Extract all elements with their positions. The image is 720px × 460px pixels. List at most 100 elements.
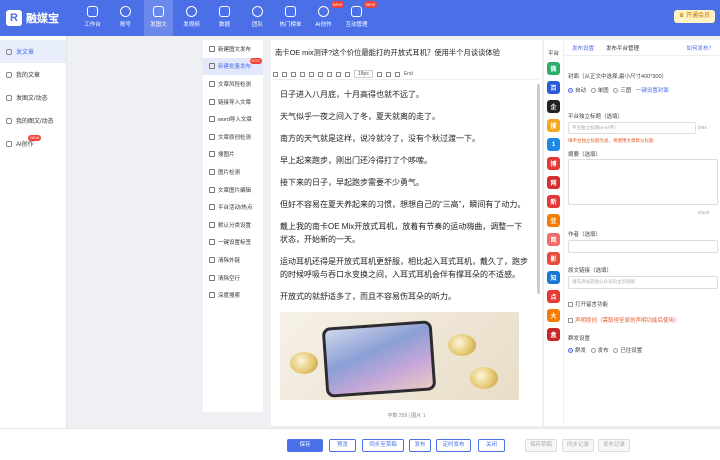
tool-item-1[interactable]: 新建批量发布 HOT (203, 57, 263, 76)
nav-item-7[interactable]: AI创作 NEW (309, 0, 344, 36)
indent-icon[interactable] (376, 71, 382, 77)
underline-icon[interactable] (309, 71, 314, 77)
footer-button-1[interactable]: 预览 (329, 439, 356, 452)
baidu-icon[interactable]: 百 (547, 81, 560, 94)
sina-icon[interactable]: 新 (547, 195, 560, 208)
nav-item-6[interactable]: 热门榜单 (276, 0, 305, 36)
tool-item-8[interactable]: 文章图片编辑 (203, 181, 263, 199)
cover-auto-radio[interactable] (568, 88, 573, 94)
footer-button-5[interactable]: 关闭 (478, 439, 505, 452)
nav-item-1[interactable]: 账号 (111, 0, 140, 36)
toutiao-icon[interactable]: 1 (547, 138, 560, 151)
tool-item-0[interactable]: 新建图文发布 (203, 40, 263, 58)
font-size-select[interactable]: 18px (354, 70, 373, 78)
wechat-icon[interactable]: 微 (547, 62, 560, 75)
paragraph[interactable]: 南方的天气就是这样，说冷就冷了，没有个秋过渡一下。 (280, 132, 530, 145)
cover-single-radio[interactable] (590, 88, 596, 94)
tool-item-3[interactable]: 链接导入文章 (203, 93, 263, 111)
nav-item-8[interactable]: 互动管理 NEW (342, 0, 377, 36)
vip-button[interactable]: ♛ 开通会员 (673, 10, 715, 23)
paragraph[interactable]: 开放式的就舒适多了，而且不容易伤耳朵的听力。 (280, 290, 530, 303)
footer-button-0[interactable]: 保存 (287, 439, 323, 452)
declare-checkbox[interactable] (568, 318, 573, 324)
publish-normal-radio[interactable] (590, 348, 596, 354)
tool-item-2[interactable]: 文章风险检测 (203, 75, 263, 93)
help-link[interactable]: 如何发布？ (686, 44, 714, 52)
jian-icon[interactable]: 简 (547, 233, 560, 246)
author-input[interactable] (568, 240, 718, 253)
brand-logo[interactable]: R 融媒宝 (0, 10, 78, 26)
source-input[interactable]: 请先添加其他公众号的主页链接 (568, 276, 718, 289)
footer-button-4[interactable]: 定时发布 (436, 439, 471, 452)
article-title[interactable]: 南卡OE mix测评?这个价位最能打的开放式耳机？使用半个月谈谈体验 (275, 48, 539, 58)
editor-scrollbar[interactable] (537, 84, 540, 294)
sidebar-item-0[interactable]: 发文章 (0, 40, 66, 63)
undo-icon[interactable] (273, 71, 278, 77)
tool-item-13[interactable]: 清除空行 (203, 269, 263, 287)
nav-item-0[interactable]: 工作台 (78, 0, 107, 36)
publish-past-radio[interactable] (613, 348, 619, 354)
tool-item-5[interactable]: 文章原创检测 (203, 128, 263, 146)
tool-item-12[interactable]: 清除外链 (203, 251, 263, 269)
zhihu-icon[interactable]: 知 (547, 271, 560, 284)
tool-item-4[interactable]: word导入文章 (203, 110, 263, 128)
sidebar-item-4[interactable]: AI创作 NEW (0, 132, 66, 155)
footer-disabled-0[interactable]: 保存草稿 (525, 439, 557, 452)
footer-button-3[interactable]: 发布 (409, 439, 431, 452)
code-icon[interactable] (394, 71, 400, 77)
box-icon[interactable]: 盒 (547, 328, 560, 341)
sidebar-item-1[interactable]: 我的文章 (0, 63, 66, 86)
penguin-icon[interactable]: 企 (547, 100, 560, 113)
link-icon[interactable] (345, 71, 350, 77)
cover-link[interactable]: 一键设置封面 (636, 88, 669, 94)
weibo-icon[interactable]: 博 (547, 157, 560, 170)
nav-item-5[interactable]: 团队 (243, 0, 272, 36)
tool-item-7[interactable]: 图片检测 (203, 163, 263, 181)
paragraph[interactable]: 天气似乎一夜之间入了冬，夏天就离的走了。 (280, 110, 530, 123)
footer-disabled-1[interactable]: 同步记录 (562, 439, 594, 452)
cover-triple-label: 三图 (620, 88, 632, 94)
video-icon[interactable]: 影 (547, 252, 560, 265)
align-icon[interactable] (318, 71, 323, 77)
douban-icon[interactable]: 豆 (547, 214, 560, 227)
paragraph[interactable]: 接下来的日子，早起跑步需要不少勇气。 (280, 176, 530, 189)
tool-item-14[interactable]: 深度搜索 (203, 286, 263, 304)
italic-icon[interactable] (300, 71, 305, 77)
paragraph[interactable]: 运动耳机还得是开放式耳机更舒服，相比起入耳式耳机，戴久了，跑步的时候呼吸与吞口水… (280, 255, 530, 281)
summary-textarea[interactable] (568, 159, 718, 205)
paragraph[interactable]: 日子进入八月底，十月高得也就不远了。 (280, 88, 530, 101)
nav-item-2[interactable]: 发图文 (144, 0, 173, 36)
tab-platform-manage[interactable]: 发布平台管理 (606, 44, 639, 52)
open-comment-checkbox[interactable] (568, 302, 573, 308)
nav-item-3[interactable]: 发视频 (177, 0, 206, 36)
sohu-icon[interactable]: 搜 (547, 119, 560, 132)
list-icon[interactable] (327, 71, 332, 77)
paragraph[interactable]: 戴上我的南卡OE Mix开放式耳机，放着有节奏的运动嗨曲，调整一下状态，开始新的… (280, 220, 530, 246)
tool-item-10[interactable]: 默认分类设置 (203, 216, 263, 234)
dayu-icon[interactable]: 大 (547, 309, 560, 322)
tool-item-6[interactable]: 搜图片 (203, 146, 263, 164)
tool-item-9[interactable]: 平台活动/热点 (203, 198, 263, 216)
yidian-icon[interactable]: 点 (547, 290, 560, 303)
platform-title-input[interactable]: 平台独立标题(5-64字) (568, 122, 696, 134)
quote-icon[interactable] (385, 71, 391, 77)
image-icon[interactable] (336, 71, 341, 77)
article-body[interactable]: 日子进入八月底，十月高得也就不远了。 天气似乎一夜之间入了冬，夏天就离的走了。 南方… (280, 88, 530, 404)
nav-item-4[interactable]: 数据 (210, 0, 239, 36)
article-photo[interactable] (280, 312, 519, 400)
wangyi-icon[interactable]: 网 (547, 176, 560, 189)
paragraph[interactable]: 早上起来跑步，刚出门还冷得打了个哆嗦。 (280, 154, 530, 167)
cover-triple-radio[interactable] (613, 88, 619, 94)
footer-disabled-2[interactable]: 发布记录 (598, 439, 630, 452)
paragraph[interactable]: 但好不容易在夏天养起来的习惯，想想自己的“三高”，瞬间有了动力。 (280, 198, 530, 211)
sidebar-item-2[interactable]: 发图文/动态 (0, 86, 66, 109)
tab-publish-settings[interactable]: 发布设置 (572, 44, 594, 52)
author-label: 作者（选填） (568, 232, 602, 238)
redo-icon[interactable] (282, 71, 287, 77)
tool-item-11[interactable]: 一键设置标签 (203, 234, 263, 252)
publish-mass-radio[interactable] (568, 348, 573, 354)
toolbar-end-label[interactable]: End (404, 71, 413, 77)
sidebar-item-3[interactable]: 我的图文/动态 (0, 109, 66, 132)
footer-button-2[interactable]: 同步至草稿 (362, 439, 404, 452)
bold-icon[interactable] (291, 71, 296, 77)
